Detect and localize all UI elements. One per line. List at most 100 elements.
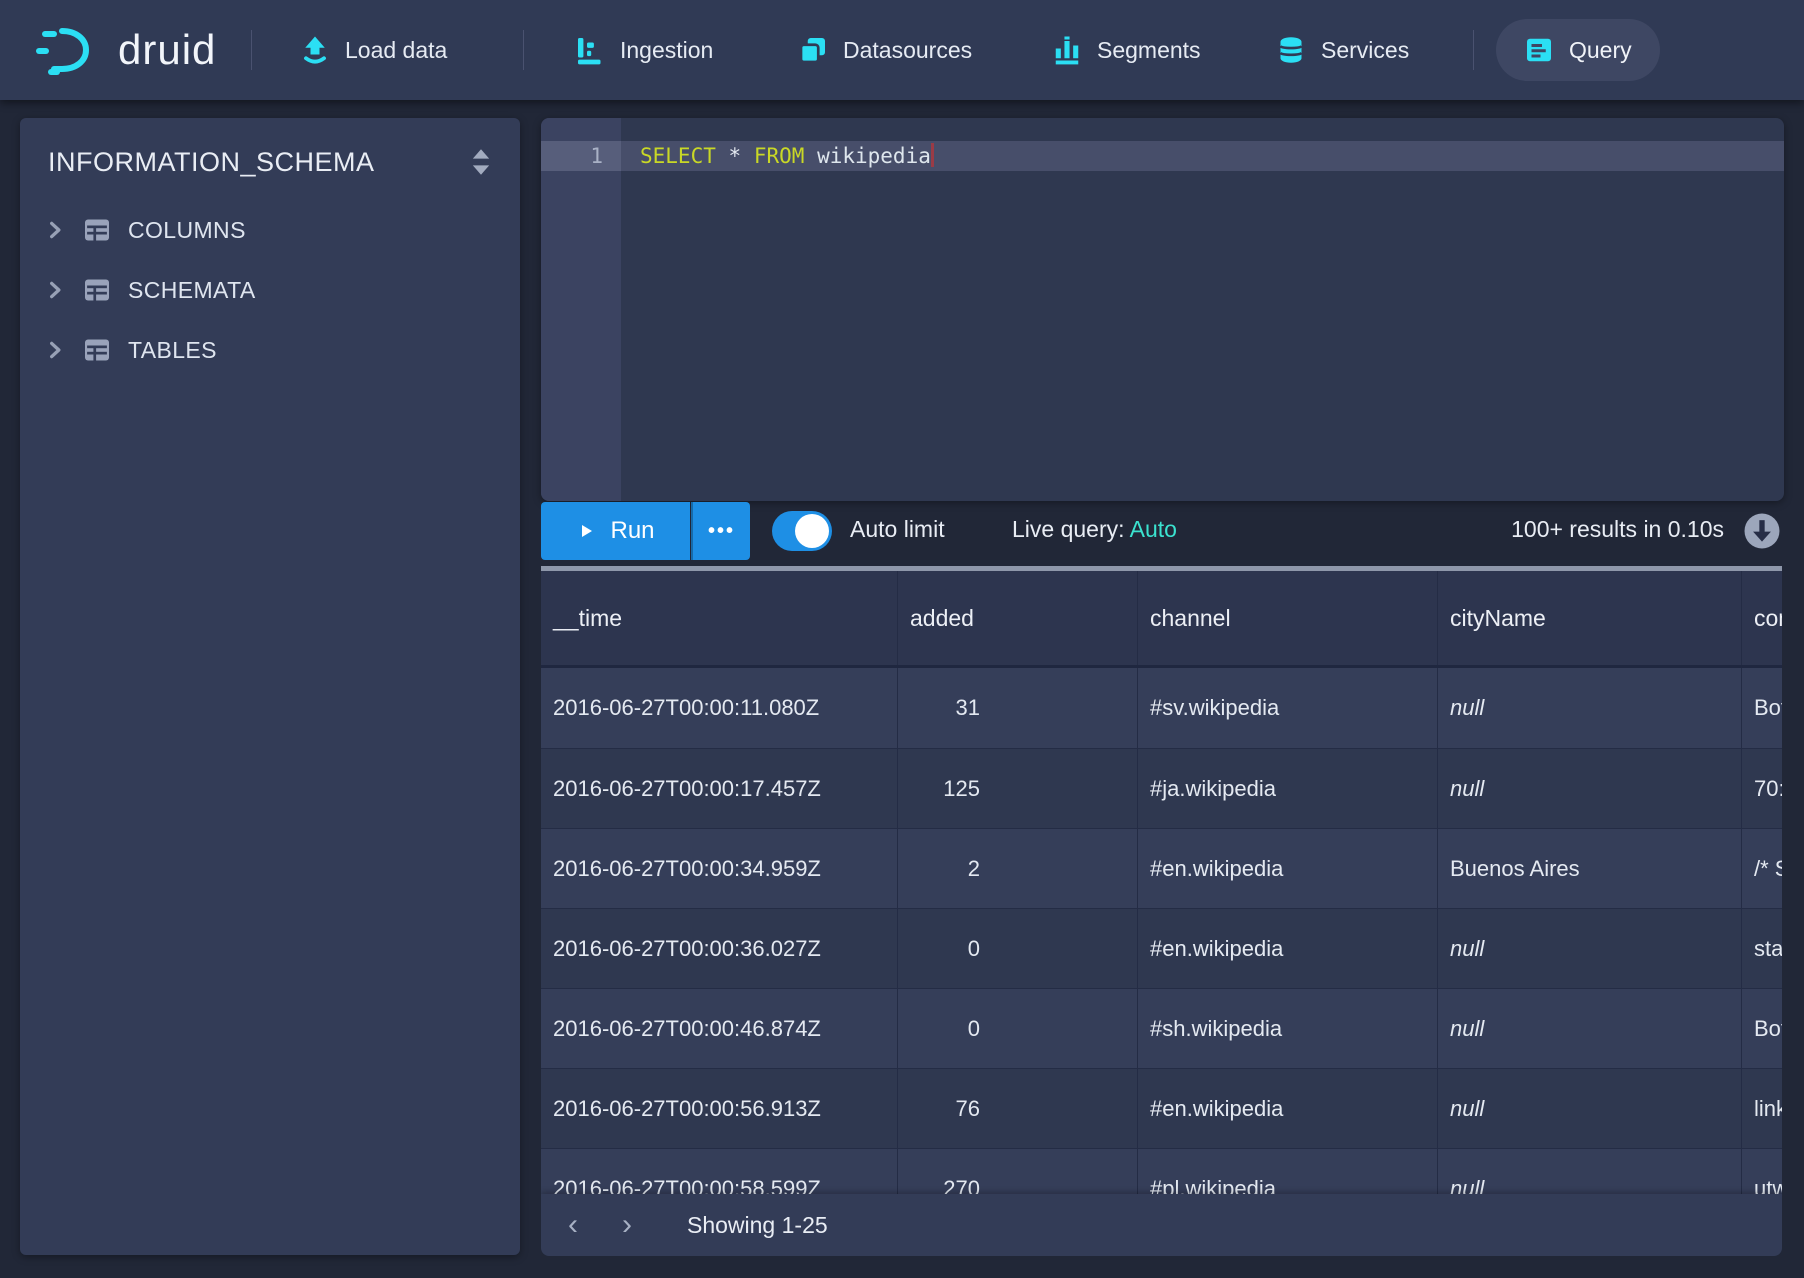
column-header-added[interactable]: added bbox=[897, 571, 1137, 665]
table-cell[interactable]: #en.wikipedia bbox=[1137, 829, 1437, 908]
live-query-value[interactable]: Auto bbox=[1130, 516, 1177, 542]
top-navbar: druid Load data Ingestion Datasources bbox=[0, 0, 1804, 100]
next-page-button[interactable]: › bbox=[607, 1205, 647, 1245]
table-cell[interactable]: #en.wikipedia bbox=[1137, 909, 1437, 988]
nav-item-label: Query bbox=[1569, 37, 1632, 64]
results-table: __timeaddedchannelcityNamecomment 2016-0… bbox=[541, 571, 1782, 1256]
nav-item-services[interactable]: Services bbox=[1276, 0, 1409, 100]
table-cell[interactable]: 70: bbox=[1741, 749, 1782, 828]
pagination-bar: ‹ › Showing 1-25 bbox=[541, 1194, 1782, 1256]
download-icon[interactable] bbox=[1743, 512, 1781, 550]
column-header-comment[interactable]: comment bbox=[1741, 571, 1782, 665]
table-cell[interactable]: null bbox=[1437, 668, 1741, 748]
nav-item-datasources[interactable]: Datasources bbox=[798, 0, 972, 100]
column-header-__time[interactable]: __time bbox=[541, 571, 897, 665]
tree-item-columns[interactable]: COLUMNS bbox=[20, 200, 520, 260]
chevron-right-icon bbox=[44, 279, 66, 301]
table-row: 2016-06-27T00:00:56.913Z76#en.wikipedian… bbox=[541, 1068, 1782, 1148]
table-cell[interactable]: Bot bbox=[1741, 989, 1782, 1068]
run-more-options-button[interactable]: ••• bbox=[691, 502, 750, 560]
nav-item-label: Services bbox=[1321, 37, 1409, 64]
table-row: 2016-06-27T00:00:34.959Z2#en.wikipediaBu… bbox=[541, 828, 1782, 908]
table-cell[interactable]: /* S bbox=[1741, 829, 1782, 908]
sort-double-caret-icon[interactable] bbox=[464, 144, 498, 180]
sql-star: * bbox=[729, 144, 742, 168]
auto-limit-toggle[interactable] bbox=[772, 511, 832, 551]
table-cell[interactable]: Buenos Aires bbox=[1437, 829, 1741, 908]
table-cell[interactable]: #sh.wikipedia bbox=[1137, 989, 1437, 1068]
table-cell[interactable]: #ja.wikipedia bbox=[1137, 749, 1437, 828]
table-cell[interactable]: sta bbox=[1741, 909, 1782, 988]
sidebar-header: INFORMATION_SCHEMA bbox=[20, 118, 520, 206]
play-icon bbox=[576, 521, 596, 541]
table-row: 2016-06-27T00:00:36.027Z0#en.wikipedianu… bbox=[541, 908, 1782, 988]
table-cell[interactable]: Bot bbox=[1741, 668, 1782, 748]
tree-item-tables[interactable]: TABLES bbox=[20, 320, 520, 380]
sql-table-name: wikipedia bbox=[817, 144, 931, 168]
table-cell[interactable]: 2016-06-27T00:00:17.457Z bbox=[541, 749, 897, 828]
table-cell[interactable]: #sv.wikipedia bbox=[1137, 668, 1437, 748]
table-row: 2016-06-27T00:00:17.457Z125#ja.wikipedia… bbox=[541, 748, 1782, 828]
schema-title: INFORMATION_SCHEMA bbox=[48, 147, 375, 178]
schema-sidebar: INFORMATION_SCHEMA COLUMNS bbox=[20, 118, 520, 1255]
table-cell[interactable]: null bbox=[1437, 909, 1741, 988]
table-row: 2016-06-27T00:00:46.874Z0#sh.wikipedianu… bbox=[541, 988, 1782, 1068]
tree-item-label: SCHEMATA bbox=[128, 277, 256, 304]
column-header-cityName[interactable]: cityName bbox=[1437, 571, 1741, 665]
nav-item-ingestion[interactable]: Ingestion bbox=[575, 0, 713, 100]
editor-gutter bbox=[541, 118, 621, 501]
table-cell[interactable]: 125 bbox=[897, 749, 1137, 828]
brand-name: druid bbox=[118, 26, 216, 74]
services-icon bbox=[1276, 35, 1306, 65]
table-cell[interactable]: 2016-06-27T00:00:11.080Z bbox=[541, 668, 897, 748]
live-query-control: Live query: Auto bbox=[1012, 516, 1177, 543]
segments-icon bbox=[1052, 35, 1082, 65]
navbar-divider bbox=[251, 30, 252, 70]
table-cell[interactable]: null bbox=[1437, 1069, 1741, 1148]
tree-item-schemata[interactable]: SCHEMATA bbox=[20, 260, 520, 320]
datasources-icon bbox=[798, 35, 828, 65]
column-header-channel[interactable]: channel bbox=[1137, 571, 1437, 665]
nav-item-label: Load data bbox=[345, 37, 447, 64]
nav-item-query[interactable]: Query bbox=[1496, 19, 1660, 81]
ingestion-icon bbox=[575, 35, 605, 65]
nav-item-label: Segments bbox=[1097, 37, 1201, 64]
table-grid-icon bbox=[82, 275, 112, 305]
run-button[interactable]: Run bbox=[541, 502, 690, 560]
toggle-knob bbox=[795, 514, 829, 548]
table-cell[interactable]: #en.wikipedia bbox=[1137, 1069, 1437, 1148]
table-cell[interactable]: 2016-06-27T00:00:46.874Z bbox=[541, 989, 897, 1068]
table-cell[interactable]: 0 bbox=[897, 989, 1137, 1068]
table-grid-icon bbox=[82, 335, 112, 365]
table-cell[interactable]: 0 bbox=[897, 909, 1137, 988]
auto-limit-label: Auto limit bbox=[850, 516, 945, 543]
table-body: 2016-06-27T00:00:11.080Z31#sv.wikipedian… bbox=[541, 668, 1782, 1228]
table-cell[interactable]: 2016-06-27T00:00:36.027Z bbox=[541, 909, 897, 988]
nav-item-segments[interactable]: Segments bbox=[1052, 0, 1201, 100]
query-icon bbox=[1524, 35, 1554, 65]
previous-page-button[interactable]: ‹ bbox=[553, 1205, 593, 1245]
table-cell[interactable]: null bbox=[1437, 749, 1741, 828]
table-cell[interactable]: 2016-06-27T00:00:34.959Z bbox=[541, 829, 897, 908]
run-button-label: Run bbox=[610, 517, 654, 545]
sql-editor[interactable]: 1 SELECT * FROM wikipedia bbox=[541, 118, 1784, 501]
nav-item-label: Ingestion bbox=[620, 37, 713, 64]
upload-icon bbox=[300, 35, 330, 65]
sql-code-line[interactable]: SELECT * FROM wikipedia bbox=[621, 141, 1784, 171]
pagination-status: Showing 1-25 bbox=[687, 1212, 828, 1239]
table-cell[interactable]: link bbox=[1741, 1069, 1782, 1148]
druid-logo-icon bbox=[36, 23, 102, 77]
text-cursor bbox=[931, 143, 934, 167]
table-grid-icon bbox=[82, 215, 112, 245]
table-cell[interactable]: 2 bbox=[897, 829, 1137, 908]
table-cell[interactable]: null bbox=[1437, 989, 1741, 1068]
druid-logo[interactable]: druid bbox=[36, 0, 216, 100]
nav-item-load-data[interactable]: Load data bbox=[300, 0, 447, 100]
table-cell[interactable]: 76 bbox=[897, 1069, 1137, 1148]
nav-item-label: Datasources bbox=[843, 37, 972, 64]
table-row: 2016-06-27T00:00:11.080Z31#sv.wikipedian… bbox=[541, 668, 1782, 748]
table-cell[interactable]: 2016-06-27T00:00:56.913Z bbox=[541, 1069, 897, 1148]
table-cell[interactable]: 31 bbox=[897, 668, 1137, 748]
results-summary: 100+ results in 0.10s bbox=[1511, 516, 1724, 543]
tree-item-label: TABLES bbox=[128, 337, 217, 364]
